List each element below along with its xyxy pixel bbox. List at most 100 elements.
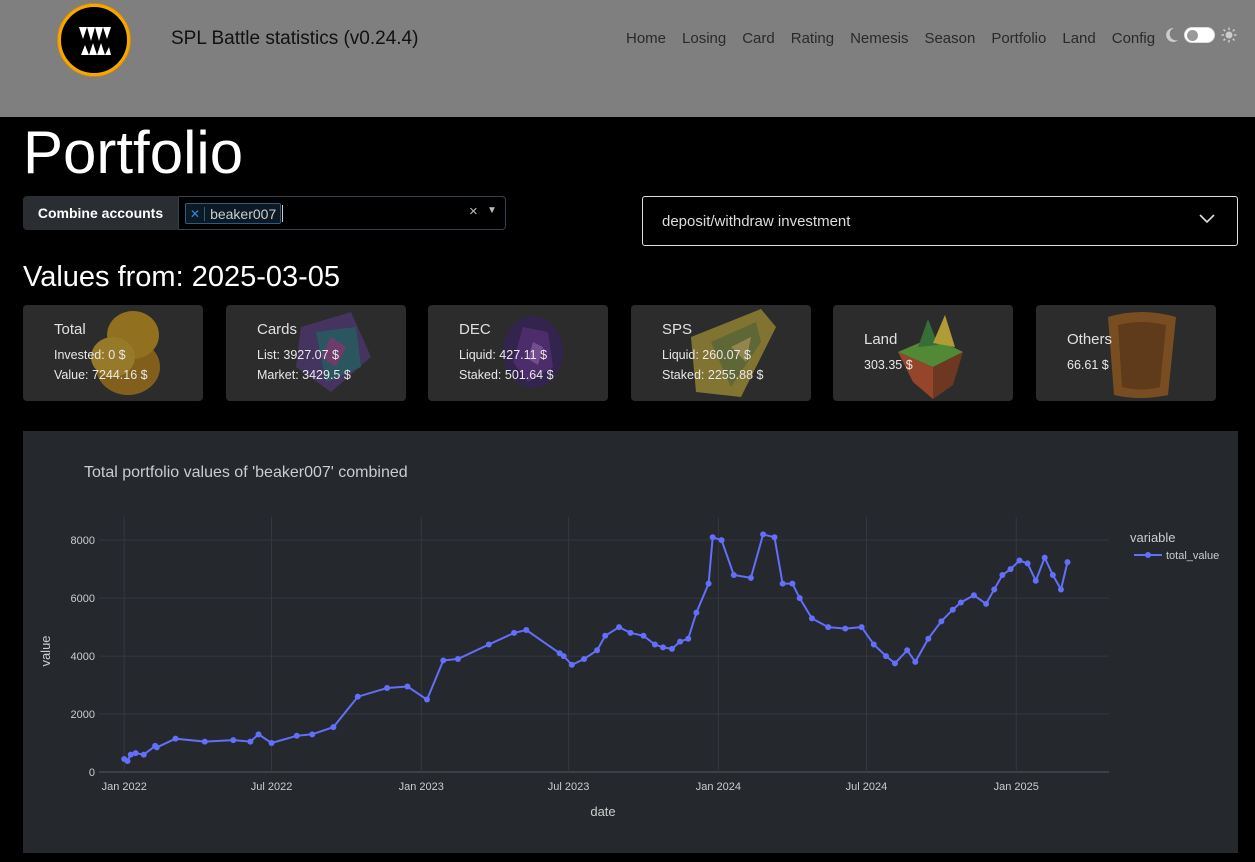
data-point [404, 683, 411, 690]
legend-title: variable [1130, 530, 1176, 545]
nav-config[interactable]: Config [1112, 30, 1155, 47]
card-line: Liquid: 427.11 $ [459, 348, 548, 362]
data-point [1024, 560, 1031, 567]
nav-nemesis[interactable]: Nemesis [850, 30, 908, 47]
data-point [718, 537, 725, 544]
card-line: Liquid: 260.07 $ [662, 348, 751, 362]
card-others: Others 66.61 $ [1036, 305, 1216, 401]
chart-grid [99, 517, 1109, 773]
card-title: Others [1067, 331, 1113, 348]
data-point [842, 625, 849, 632]
data-point [1016, 557, 1023, 564]
card-title: DEC [459, 321, 491, 338]
card-sps: SPS Liquid: 260.07 $ Staked: 2255.88 $ [631, 305, 811, 401]
investment-dropdown[interactable]: deposit/withdraw investment [642, 196, 1238, 246]
data-point [858, 624, 865, 631]
nav-portfolio[interactable]: Portfolio [991, 30, 1046, 47]
card-line: Staked: 501.64 $ [459, 368, 554, 382]
card-title: Land [864, 331, 898, 348]
data-point [660, 644, 667, 651]
nav-land[interactable]: Land [1062, 30, 1095, 47]
data-point [523, 627, 530, 634]
data-point [511, 629, 518, 636]
data-point [627, 629, 634, 636]
y-axis-label: value [38, 635, 53, 666]
data-point [825, 624, 832, 631]
x-tick-label: Jul 2023 [548, 781, 590, 793]
data-point [153, 744, 160, 751]
x-tick-label: Jul 2024 [846, 781, 888, 793]
x-tick-label: Jan 2025 [994, 781, 1039, 793]
data-point [309, 731, 316, 738]
theme-toggle[interactable] [1184, 27, 1215, 43]
data-point [640, 632, 647, 639]
data-point [440, 657, 447, 664]
data-point [354, 693, 361, 700]
data-point [904, 647, 911, 654]
card-line: 303.35 $ [864, 358, 913, 372]
data-point [140, 751, 147, 758]
chest-icon [1108, 312, 1176, 398]
x-tick-label: Jul 2022 [251, 781, 293, 793]
caret-down-icon[interactable]: ▼ [487, 205, 497, 216]
data-point [730, 571, 737, 578]
data-point [330, 724, 337, 731]
sun-icon [1221, 27, 1237, 43]
data-point [1049, 571, 1056, 578]
legend-item-total-value[interactable]: total_value [1166, 550, 1219, 562]
accounts-multiselect[interactable]: ✕ beaker007 × ▼ [178, 196, 506, 230]
card-total: Total Invested: 0 $ Value: 7244.16 $ [23, 305, 203, 401]
fangs-logo-icon [79, 27, 111, 55]
clear-icon[interactable]: × [469, 203, 478, 220]
nav-season[interactable]: Season [924, 30, 975, 47]
theme-switch [1165, 27, 1237, 43]
x-axis-label: date [590, 804, 615, 819]
data-point [1032, 577, 1039, 584]
data-point [912, 658, 919, 665]
moon-icon [1166, 27, 1178, 42]
main-nav: Home Losing Card Rating Nemesis Season P… [618, 30, 1163, 47]
nav-rating[interactable]: Rating [791, 30, 834, 47]
chart-title: Total portfolio values of 'beaker007' co… [84, 464, 408, 481]
data-point [247, 738, 254, 745]
chevron-down-icon [1199, 214, 1215, 224]
data-point [668, 645, 675, 652]
data-point [124, 757, 131, 764]
data-point [293, 732, 300, 739]
data-point [970, 592, 977, 599]
series-points [121, 531, 1071, 764]
data-point [560, 653, 567, 660]
card-line: 66.61 $ [1067, 358, 1109, 372]
nav-losing[interactable]: Losing [682, 30, 726, 47]
data-point [779, 580, 786, 587]
card-title: Cards [257, 321, 298, 338]
nav-home[interactable]: Home [626, 30, 666, 47]
card-line: List: 3927.07 $ [257, 348, 340, 362]
data-point [594, 647, 601, 654]
nav-card[interactable]: Card [742, 30, 775, 47]
y-tick-label: 2000 [71, 709, 95, 721]
account-chip: ✕ beaker007 [185, 203, 282, 224]
card-title: Total [54, 321, 86, 338]
data-point [891, 660, 898, 667]
card-line: Market: 3429.5 $ [257, 368, 351, 382]
combine-accounts-label: Combine accounts [23, 196, 178, 230]
line-chart[interactable]: 02000400060008000 Jan 2022 Jul 2022 Jan 20… [23, 431, 1238, 853]
data-point [651, 641, 658, 648]
data-point [796, 595, 803, 602]
data-point [677, 638, 684, 645]
card-cards: Cards List: 3927.07 $ Market: 3429.5 $ [226, 305, 406, 401]
data-point [808, 615, 815, 622]
data-point [1057, 586, 1064, 593]
card-title: SPS [662, 321, 693, 338]
portfolio-chart[interactable]: Total portfolio values of 'beaker007' co… [23, 431, 1238, 853]
remove-chip-icon[interactable]: ✕ [190, 206, 206, 221]
data-point [925, 635, 932, 642]
legend[interactable]: variable total_value [1130, 530, 1219, 562]
data-point [255, 731, 262, 738]
app-logo[interactable] [58, 4, 130, 76]
data-point [602, 632, 609, 639]
card-line: Invested: 0 $ [54, 348, 126, 362]
data-point [883, 653, 890, 660]
data-point [1041, 554, 1048, 561]
